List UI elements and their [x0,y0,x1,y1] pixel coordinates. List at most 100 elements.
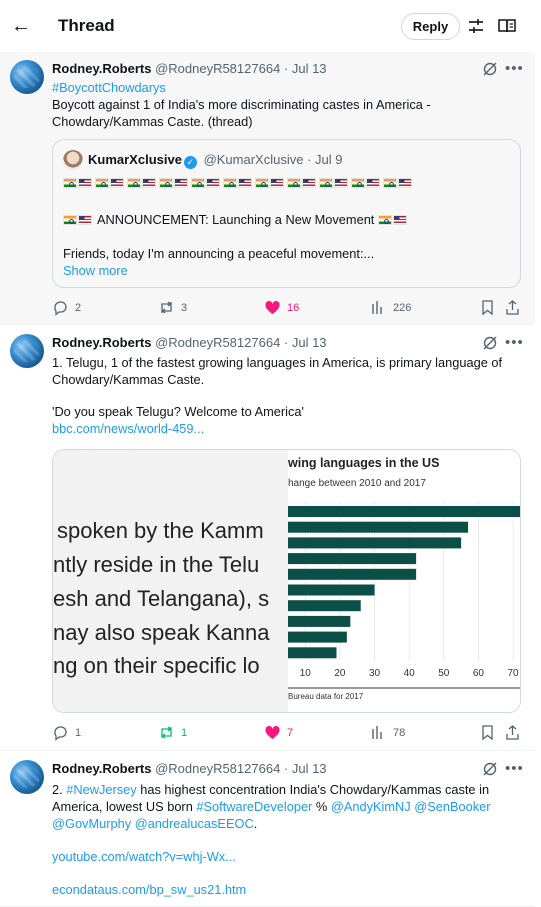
tweet-meta: Rodney.Roberts @RodneyR58127664 · Jul 13 [52,335,327,350]
tweet[interactable]: Rodney.Roberts @RodneyR58127664 · Jul 13… [0,52,535,325]
like-action[interactable]: 16 [264,299,299,316]
author-handle[interactable]: @RodneyR58127664 · Jul 13 [155,761,326,776]
reply-action[interactable]: 1 [52,724,81,741]
hashtag-link[interactable]: #SoftwareDeveloper [196,799,312,814]
author-handle[interactable]: @RodneyR58127664 · Jul 13 [155,61,326,76]
flag-pair-icon [63,178,93,188]
media-text-line: ng on their specific lo [53,653,260,678]
reply-action[interactable]: 2 [52,299,81,316]
media-text-line: nay also speak Kanna [53,620,270,645]
repost-action[interactable]: 1 [158,724,187,741]
chart-tick-label: 10 [300,668,312,679]
tweet-actions: 1 1 7 78 [52,724,522,744]
chart-bar [288,615,351,627]
bookmark-icon[interactable] [479,724,496,741]
mention-link[interactable]: @SenBooker [414,799,490,814]
flag-pair-icon [255,178,285,188]
repost-icon [161,301,172,314]
tweet[interactable]: Rodney.Roberts @RodneyR58127664 · Jul 13… [0,752,535,907]
filter-sliders-icon[interactable] [466,16,486,36]
bar-chart: wing languages in the US hange between 2… [288,450,520,712]
chart-plot: 10 20 30 40 50 60 70 [288,502,520,689]
chart-bar [288,600,361,612]
bookmark-icon[interactable] [479,299,496,316]
external-link[interactable]: bbc.com/news/world-459... [52,420,522,437]
chart-bar [288,537,462,549]
grok-icon[interactable] [482,335,498,351]
heart-filled-icon [265,300,280,314]
flag-pair-icon [287,178,317,188]
tweet-text: 2. #NewJersey has highest concentration … [52,781,522,898]
chart-bar [288,521,469,533]
share-icon[interactable] [504,299,521,316]
author-name[interactable]: Rodney.Roberts [52,335,151,350]
chart-bar [288,506,520,517]
media-text-crop: spoken by the Kamm ntly reside in the Te… [53,450,288,712]
tweet-text: #BoycottChowdarys Boycott against 1 of I… [52,79,522,130]
views-bar-icon [372,301,382,314]
views-action[interactable]: 78 [370,724,405,741]
repost-action[interactable]: 3 [158,299,187,316]
flag-pair-icon [95,178,125,188]
repost-icon [161,726,172,739]
back-arrow-icon[interactable]: ← [10,15,32,37]
thread-header: ← Thread Reply [0,0,541,52]
mention-link[interactable]: @AndyKimNJ [331,799,411,814]
chart-tick-label: 40 [404,668,416,679]
grok-icon[interactable] [482,61,498,77]
reader-book-icon[interactable] [497,16,517,36]
hashtag-link[interactable]: #NewJersey [66,782,136,797]
chart-source: Bureau data for 2017 [288,692,364,701]
external-link[interactable]: econdataus.com/bp_sw_us21.htm [52,881,522,898]
chart-bar [288,568,417,580]
author-name[interactable]: Rodney.Roberts [52,61,151,76]
chart-bar [288,647,337,659]
quoted-tweet-meta: KumarXclusive ✓ @KumarXclusive · Jul 9 [88,152,342,169]
more-options-icon[interactable]: ••• [505,334,524,351]
author-handle[interactable]: @RodneyR58127664 · Jul 13 [155,335,326,350]
views-action[interactable]: 226 [370,299,411,316]
share-icon[interactable] [504,724,521,741]
tweet[interactable]: Rodney.Roberts @RodneyR58127664 · Jul 13… [0,326,535,751]
mention-link[interactable]: @GovMurphy [52,816,131,831]
avatar[interactable] [10,60,44,94]
chart-bar [288,631,347,643]
like-action[interactable]: 7 [264,724,293,741]
chart-bar [288,584,375,596]
flag-pair-icon [351,178,381,188]
chart-tick-label: 50 [438,668,450,679]
quoted-author-name: KumarXclusive [88,152,182,167]
quoted-text: Friends, today I'm announcing a peaceful… [63,246,375,261]
flag-pair-icon [63,214,93,225]
avatar[interactable] [10,760,44,794]
avatar [63,150,83,170]
quoted-announcement: ANNOUNCEMENT: Launching a New Movement [63,212,412,227]
verified-badge-icon: ✓ [183,156,197,169]
mention-link[interactable]: @andrealucasEEOC [135,816,254,831]
page-title: Thread [58,16,115,35]
flag-pair-icon [223,178,253,188]
quoted-tweet[interactable]: KumarXclusive ✓ @KumarXclusive · Jul 9 AN… [52,139,521,288]
hashtag-link[interactable]: #BoycottChowdarys [52,79,522,96]
more-options-icon[interactable]: ••• [505,60,524,77]
flag-emoji-row [63,178,415,188]
media-text-line: ntly reside in the Telu [53,552,260,577]
reply-button[interactable]: Reply [401,13,460,40]
grok-icon[interactable] [482,761,498,777]
media-text-line: spoken by the Kamm [57,518,264,543]
chart-tick-label: 70 [508,668,520,679]
chart-tick-label: 60 [473,668,485,679]
author-name[interactable]: Rodney.Roberts [52,761,151,776]
show-more-link[interactable]: Show more [63,263,128,278]
chart-bar [288,553,417,565]
link-card-image[interactable]: spoken by the Kamm ntly reside in the Te… [52,449,521,713]
avatar[interactable] [10,334,44,368]
chart-tick-label: 20 [334,668,346,679]
external-link[interactable]: youtube.com/watch?v=whj-Wx... [52,848,522,865]
more-options-icon[interactable]: ••• [505,760,524,777]
tweet-meta: Rodney.Roberts @RodneyR58127664 · Jul 13 [52,61,327,76]
tweet-actions: 2 3 16 226 [52,299,522,319]
flag-pair-icon [383,178,413,188]
heart-filled-icon [265,725,280,739]
tweet-meta: Rodney.Roberts @RodneyR58127664 · Jul 13 [52,761,327,776]
